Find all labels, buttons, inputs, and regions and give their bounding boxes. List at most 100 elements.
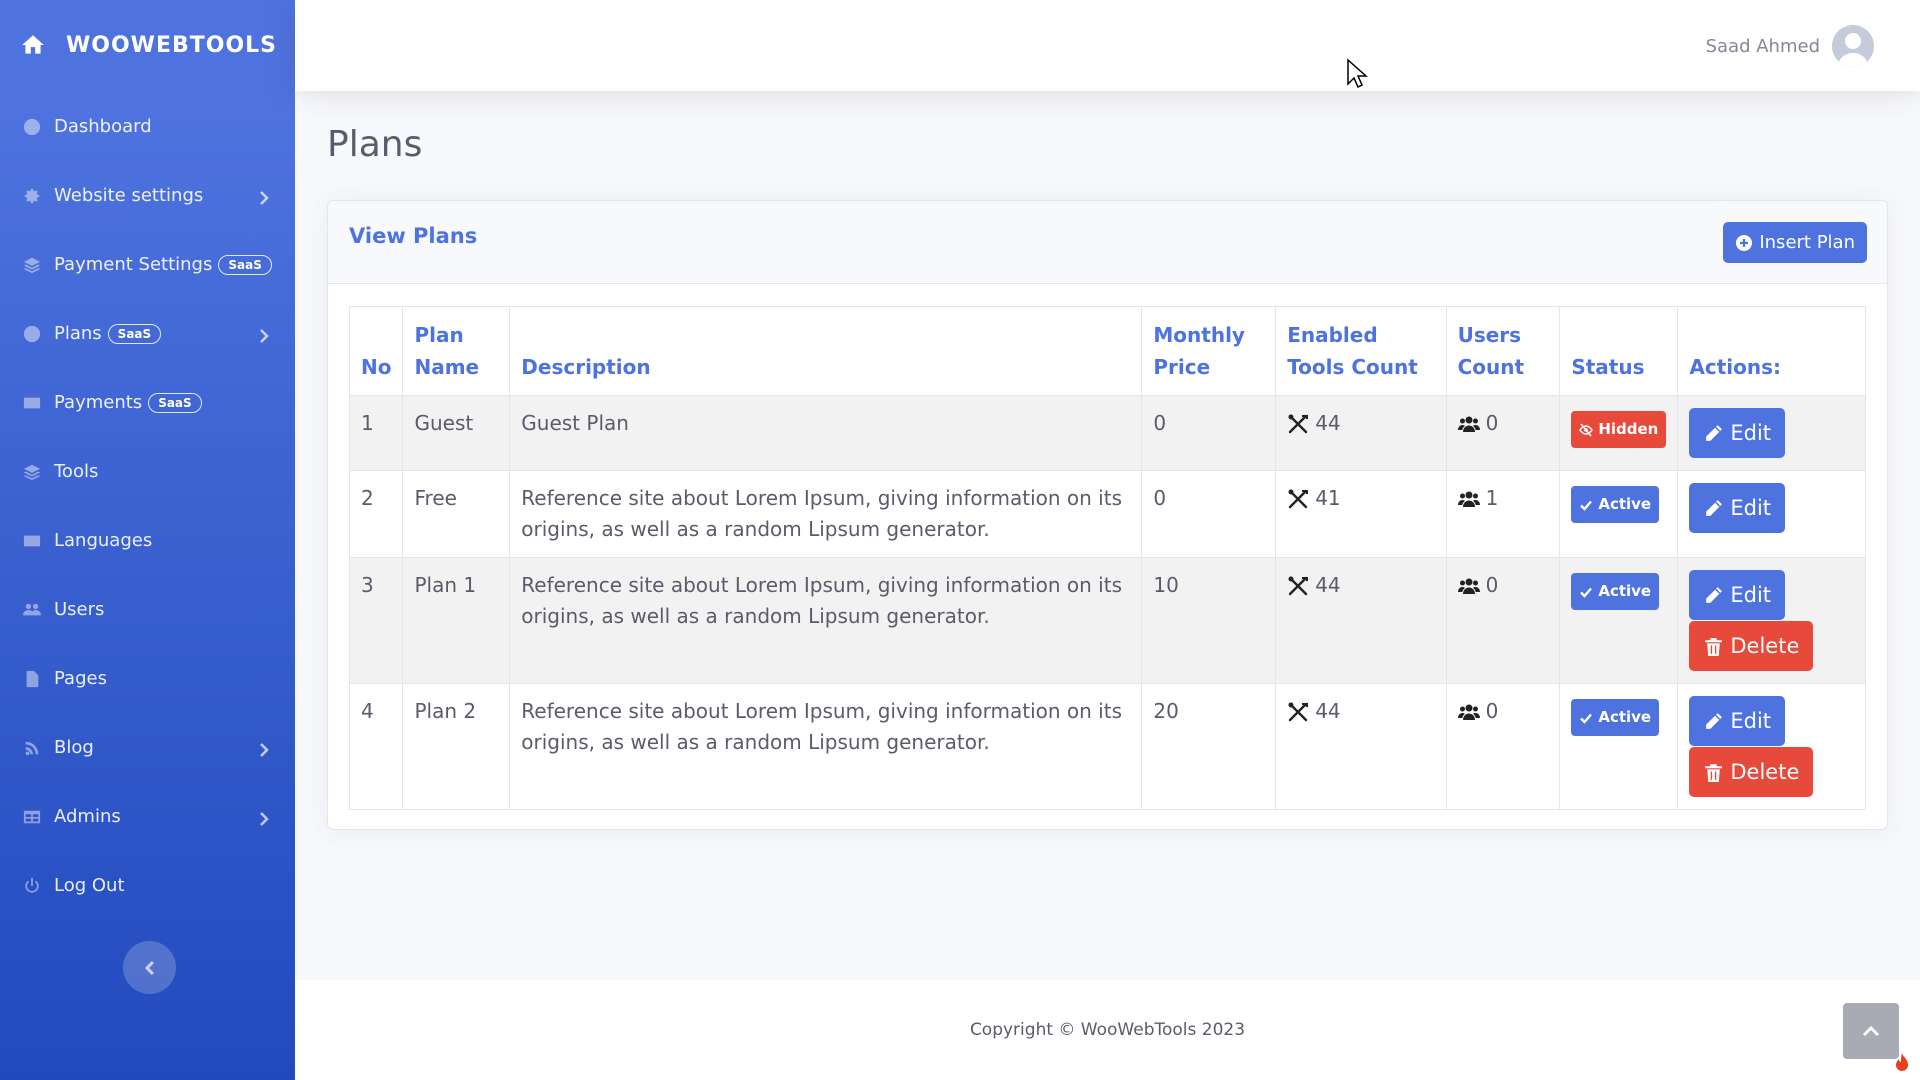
delete-label: Delete: [1730, 760, 1800, 784]
plans-table: No Plan Name Description Monthly Price E…: [348, 306, 1866, 810]
cell-users-count: 0: [1445, 683, 1561, 810]
sidebar-item-dashboard[interactable]: Dashboard: [0, 92, 295, 161]
mouse-cursor-icon: [1347, 58, 1368, 89]
gear-icon: [22, 186, 42, 206]
cell-status: Hidden: [1559, 395, 1679, 471]
edit-button[interactable]: Edit: [1689, 408, 1786, 458]
sidebar-item-payment-settings[interactable]: Payment Settings SaaS: [0, 230, 295, 299]
edit-button[interactable]: Edit: [1689, 483, 1786, 533]
avatar[interactable]: [1832, 25, 1874, 67]
check-icon: [1579, 585, 1598, 599]
sidebar-item-label: Users: [54, 599, 105, 620]
cell-plan-name: Plan 2: [402, 683, 511, 810]
edit-label: Edit: [1730, 583, 1772, 607]
layers-icon: [22, 462, 42, 482]
edit-button[interactable]: Edit: [1689, 696, 1786, 746]
cell-no: 2: [348, 470, 404, 558]
topbar: Saad Ahmed: [295, 0, 1920, 91]
chevron-up-icon: [1862, 1025, 1880, 1037]
sidebar-item-label: Log Out: [54, 875, 125, 896]
user-name: Saad Ahmed: [1705, 35, 1820, 57]
table-row: 4 Plan 2 Reference site about Lorem Ipsum,…: [348, 683, 1866, 810]
sidebar-item-blog[interactable]: Blog: [0, 713, 295, 782]
saas-badge: SaaS: [148, 392, 202, 413]
cell-actions: Edit: [1677, 470, 1866, 558]
saas-badge: SaaS: [107, 323, 162, 344]
sidebar-item-log-out[interactable]: Log Out: [0, 851, 295, 920]
sidebar-item-languages[interactable]: Languages: [0, 506, 295, 575]
header-description[interactable]: Description: [509, 306, 1143, 396]
status-label: Active: [1598, 495, 1652, 513]
cell-status: Active: [1559, 470, 1679, 558]
cell-status: Active: [1559, 557, 1679, 684]
cell-monthly-price: 0: [1141, 470, 1277, 558]
card-header: View Plans Insert Plan: [328, 201, 1887, 284]
brand[interactable]: WOOWEBTOOLS: [0, 0, 295, 90]
cell-description: Reference site about Lorem Ipsum, giving…: [509, 557, 1143, 684]
sidebar-item-label: Payment Settings: [54, 254, 213, 275]
dashboard-icon: [22, 117, 42, 137]
blog-icon: [22, 738, 42, 758]
copyright-text: Copyright © WooWebTools 2023: [969, 1020, 1246, 1040]
sidebar-item-label: Blog: [54, 737, 94, 758]
cell-enabled-tools-count: 44: [1275, 557, 1447, 684]
sidebar-nav: Dashboard Website settings Payment Setting…: [0, 92, 295, 920]
sidebar-item-website-settings[interactable]: Website settings: [0, 161, 295, 230]
insert-plan-button[interactable]: Insert Plan: [1723, 222, 1867, 263]
header-monthly-price[interactable]: Monthly Price: [1141, 306, 1277, 396]
header-no[interactable]: No: [348, 306, 404, 396]
cell-monthly-price: 0: [1141, 395, 1277, 471]
header-users-count[interactable]: Users Count: [1445, 306, 1561, 396]
edit-label: Edit: [1730, 496, 1772, 520]
header-plan-name[interactable]: Plan Name: [402, 306, 511, 396]
cell-users-count: 0: [1445, 557, 1561, 684]
cell-plan-name: Guest: [402, 395, 511, 471]
users-icon: [1457, 576, 1486, 596]
brand-name: WOOWEBTOOLS: [66, 32, 278, 58]
card-title: View Plans: [349, 224, 478, 248]
sidebar-toggle-button[interactable]: [123, 941, 176, 994]
tools-icon: [1287, 702, 1315, 722]
plans-card: View Plans Insert Plan No Plan Name Desc…: [327, 200, 1888, 830]
footer: Copyright © WooWebTools 2023: [295, 980, 1920, 1080]
tools-count: 41: [1315, 486, 1341, 510]
sidebar-item-admins[interactable]: Admins: [0, 782, 295, 851]
sidebar-item-label: Languages: [54, 530, 153, 551]
cell-actions: Edit: [1677, 395, 1866, 471]
sidebar-item-plans[interactable]: Plans SaaS: [0, 299, 295, 368]
status-badge: Active: [1571, 486, 1660, 523]
insert-plan-label: Insert Plan: [1759, 232, 1855, 253]
users-count: 0: [1485, 411, 1499, 435]
chevron-right-icon: [257, 741, 271, 757]
sidebar-item-label: Pages: [54, 668, 107, 689]
cell-status: Active: [1559, 683, 1679, 810]
edit-button[interactable]: Edit: [1689, 570, 1786, 620]
eye-slash-icon: [1579, 423, 1598, 437]
table-icon: [22, 807, 42, 827]
user-menu[interactable]: Saad Ahmed: [1706, 25, 1874, 67]
pencil-icon: [1703, 711, 1730, 732]
cell-enabled-tools-count: 44: [1275, 395, 1447, 471]
tools-count: 44: [1315, 699, 1341, 723]
delete-button[interactable]: Delete: [1689, 747, 1814, 797]
sidebar-item-tools[interactable]: Tools: [0, 437, 295, 506]
power-icon: [22, 876, 42, 896]
status-badge: Hidden: [1571, 411, 1667, 448]
header-enabled-tools-count[interactable]: Enabled Tools Count: [1275, 306, 1447, 396]
users-icon: [1457, 702, 1486, 722]
tools-count: 44: [1315, 573, 1341, 597]
cell-description: Reference site about Lorem Ipsum, giving…: [509, 470, 1143, 558]
sidebar-item-pages[interactable]: Pages: [0, 644, 295, 713]
chevron-left-icon: [144, 960, 154, 975]
layers-icon: [22, 255, 42, 275]
chevron-right-icon: [257, 189, 271, 205]
cell-enabled-tools-count: 44: [1275, 683, 1447, 810]
page-title: Plans: [327, 124, 423, 165]
status-label: Hidden: [1598, 420, 1659, 438]
sidebar-item-users[interactable]: Users: [0, 575, 295, 644]
tools-icon: [1287, 489, 1315, 509]
delete-button[interactable]: Delete: [1689, 621, 1814, 671]
sidebar-item-payments[interactable]: Payments SaaS: [0, 368, 295, 437]
scroll-to-top-button[interactable]: [1843, 1003, 1899, 1059]
header-status[interactable]: Status: [1559, 306, 1679, 396]
